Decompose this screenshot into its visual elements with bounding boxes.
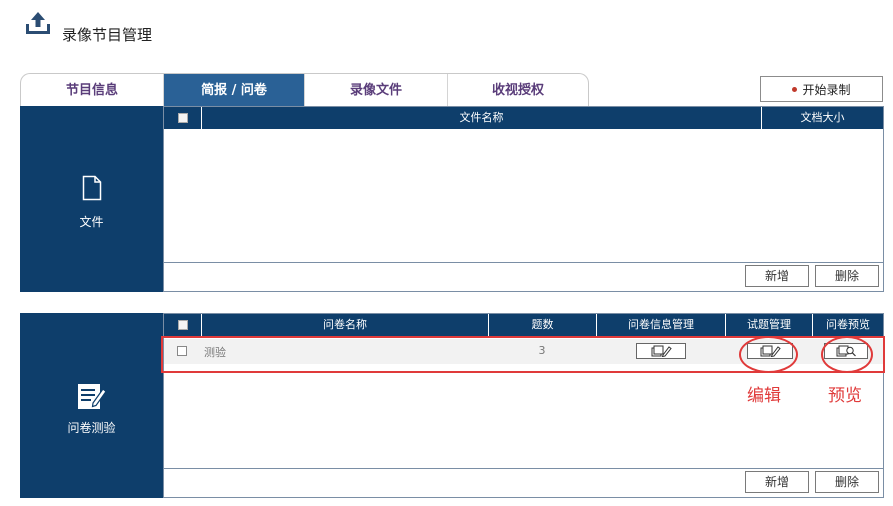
file-table-header: 文件名称 文档大小 <box>164 107 883 129</box>
record-dot-icon <box>792 86 798 92</box>
annotation-preview-label: 预览 <box>828 386 862 406</box>
file-side-label: 文件 <box>79 215 104 229</box>
file-action-bar: 新增 删除 <box>164 262 883 291</box>
quiz-delete-button[interactable]: 删除 <box>815 471 879 493</box>
file-delete-button[interactable]: 删除 <box>815 265 879 287</box>
start-recording-label: 开始录制 <box>802 82 851 97</box>
highlight-preview-circle <box>821 336 873 373</box>
column-header-quiz-info-manage: 问卷信息管理 <box>596 314 725 336</box>
column-header-file-name: 文件名称 <box>201 107 761 129</box>
file-select-all-checkbox[interactable] <box>177 113 188 123</box>
file-add-button[interactable]: 新增 <box>745 265 809 287</box>
column-header-question-manage: 试题管理 <box>725 314 812 336</box>
quiz-action-bar: 新增 删除 <box>164 468 883 497</box>
upload-icon <box>24 10 52 36</box>
document-icon <box>82 175 102 201</box>
page-title: 录像节目管理 <box>62 26 153 44</box>
column-header-question-count: 题数 <box>488 314 596 336</box>
tab-brief-questionnaire[interactable]: 简报 / 问卷 <box>164 74 305 107</box>
tab-program-info[interactable]: 节目信息 <box>21 74 164 107</box>
column-header-quiz-name: 问卷名称 <box>201 314 488 336</box>
quiz-side-panel: 问卷测验 <box>20 313 163 498</box>
file-side-panel: 文件 <box>20 106 163 292</box>
tab-bar: 节目信息 简报 / 问卷 录像文件 收视授权 <box>20 73 589 107</box>
quiz-add-button[interactable]: 新增 <box>745 471 809 493</box>
quiz-table-header: 问卷名称 题数 问卷信息管理 试题管理 问卷预览 <box>164 314 883 336</box>
file-table: 文件名称 文档大小 新增 删除 <box>163 106 884 292</box>
column-header-file-size: 文档大小 <box>761 107 883 129</box>
tab-video-files[interactable]: 录像文件 <box>305 74 448 107</box>
annotation-edit-label: 编辑 <box>747 386 781 406</box>
quiz-select-all-checkbox[interactable] <box>177 320 188 330</box>
highlight-edit-circle <box>739 336 798 373</box>
file-list-body <box>164 129 883 262</box>
column-header-quiz-preview: 问卷预览 <box>812 314 883 336</box>
quiz-side-label: 问卷测验 <box>67 421 116 435</box>
tab-viewing-authorization[interactable]: 收视授权 <box>448 74 588 107</box>
edit-document-icon <box>76 381 108 411</box>
start-recording-button[interactable]: 开始录制 <box>760 76 883 102</box>
